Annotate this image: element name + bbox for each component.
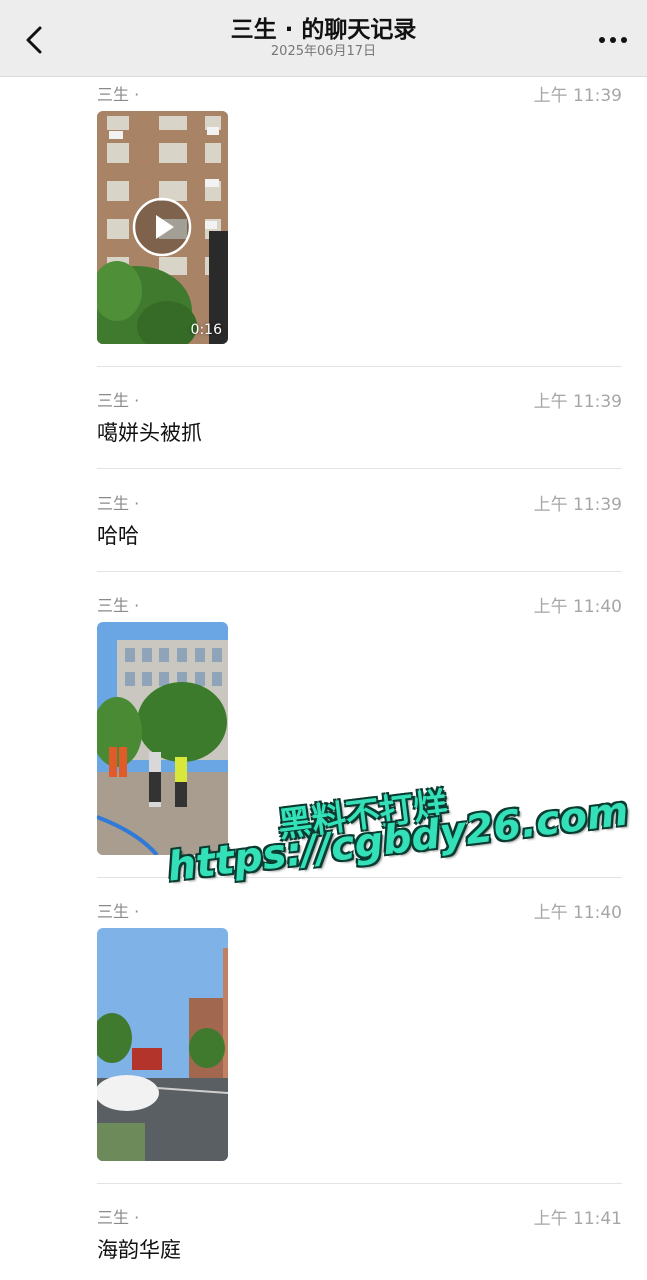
- sender-name: 三生 ·: [97, 902, 140, 921]
- message-text[interactable]: 哈哈: [97, 520, 139, 550]
- message-item: 三生 · 上午 11:39 噶姘头被抓: [97, 383, 622, 473]
- scene-photo: [97, 622, 228, 855]
- sender-name: 三生 ·: [97, 85, 140, 104]
- message-time: 上午 11:39: [533, 495, 622, 515]
- play-icon[interactable]: [132, 197, 192, 257]
- sender-name: 三生 ·: [97, 1208, 140, 1227]
- message-item: 三生 · 上午 11:39 0:16: [97, 77, 622, 367]
- chat-history-header: 三生 · 的聊天记录 2025年06月17日: [0, 0, 647, 77]
- video-thumbnail[interactable]: 0:16: [97, 111, 228, 344]
- message-item: 三生 · 上午 11:40: [97, 588, 622, 878]
- message-time: 上午 11:39: [533, 392, 622, 412]
- message-time: 上午 11:40: [533, 903, 622, 923]
- message-divider: [97, 468, 622, 469]
- street-photo: [97, 928, 228, 1161]
- message-item: 三生 · 上午 11:39 哈哈: [97, 486, 622, 576]
- message-item: 三生 · 上午 11:40: [97, 894, 622, 1184]
- message-text[interactable]: 海韵华庭: [97, 1234, 181, 1264]
- message-item: 三生 · 上午 11:41 海韵华庭: [97, 1200, 622, 1280]
- message-time: 上午 11:39: [533, 86, 622, 106]
- image-thumbnail[interactable]: [97, 928, 228, 1161]
- sender-name: 三生 ·: [97, 391, 140, 410]
- message-time: 上午 11:40: [533, 597, 622, 617]
- message-time: 上午 11:41: [533, 1209, 622, 1229]
- more-button[interactable]: [593, 22, 633, 58]
- message-text[interactable]: 噶姘头被抓: [97, 417, 202, 447]
- sender-name: 三生 ·: [97, 596, 140, 615]
- message-divider: [97, 571, 622, 572]
- message-divider: [97, 1183, 622, 1184]
- more-dots-icon: [599, 37, 627, 43]
- image-thumbnail[interactable]: [97, 622, 228, 855]
- video-duration: 0:16: [190, 322, 222, 338]
- message-divider: [97, 366, 622, 367]
- page-title: 三生 · 的聊天记录: [230, 17, 417, 43]
- message-divider: [97, 877, 622, 878]
- page-subtitle-date: 2025年06月17日: [270, 44, 377, 59]
- sender-name: 三生 ·: [97, 494, 140, 513]
